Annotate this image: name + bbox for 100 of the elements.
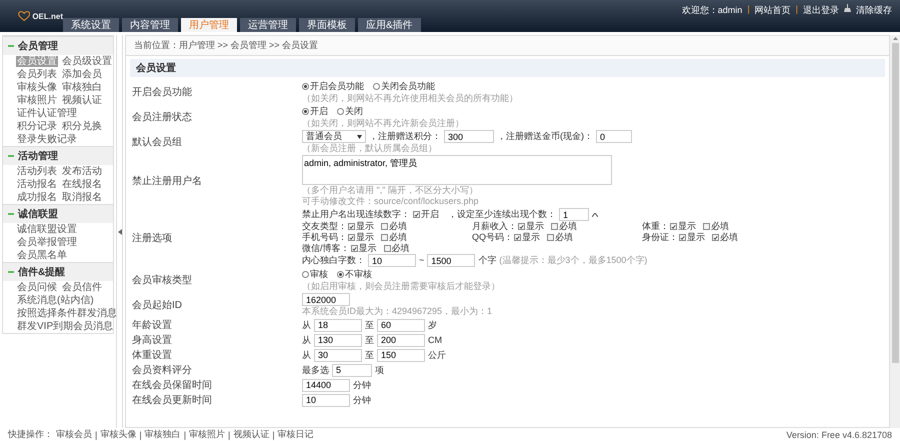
radio-option[interactable]: 开启会员功能 xyxy=(302,81,364,92)
input-field[interactable]: 60 xyxy=(377,318,425,332)
sidebar-link[interactable]: 会员列表 xyxy=(16,69,58,80)
input-field[interactable]: 30 xyxy=(314,348,362,362)
checkbox-icon[interactable] xyxy=(679,234,686,241)
sidebar-section-header[interactable]: 信件&提醒 xyxy=(3,262,113,281)
radio-icon[interactable] xyxy=(302,83,309,90)
sidebar-link[interactable]: 添加会员 xyxy=(61,69,103,80)
group-select[interactable]: 普通会员 xyxy=(302,130,366,143)
checkbox-icon[interactable] xyxy=(712,234,719,241)
nav-tab[interactable]: 应用&插件 xyxy=(358,18,421,32)
radio-option[interactable]: 审核 xyxy=(302,269,328,280)
radio-option[interactable]: 关闭会员功能 xyxy=(373,81,435,92)
checkbox-icon[interactable] xyxy=(703,223,710,230)
sidebar-link[interactable]: 会员信件 xyxy=(61,282,103,293)
radio-icon[interactable] xyxy=(302,108,309,115)
checkbox-icon[interactable] xyxy=(514,234,522,241)
input-field[interactable]: 14400 xyxy=(302,378,350,392)
sidebar-link[interactable]: 会员级设置 xyxy=(61,56,113,67)
checkbox-icon[interactable] xyxy=(350,245,358,252)
checkbox-icon[interactable] xyxy=(381,223,388,230)
input-field[interactable]: 200 xyxy=(377,334,425,346)
sidebar-section-header[interactable]: 会员管理 xyxy=(3,36,113,55)
sidebar-link[interactable]: 取消报名 xyxy=(61,192,103,203)
spinner-icon[interactable] xyxy=(592,212,598,216)
checkbox[interactable]: 显示 xyxy=(679,232,705,243)
checkbox-icon[interactable] xyxy=(547,234,554,241)
footer-link[interactable]: 视频认证 xyxy=(233,428,270,441)
sidebar-link[interactable]: 系统消息(站内信) xyxy=(16,295,95,306)
sidebar-link[interactable]: 活动报名 xyxy=(16,179,58,190)
checkbox[interactable]: 必填 xyxy=(381,221,407,232)
checkbox-icon[interactable] xyxy=(381,234,388,241)
text-area[interactable]: admin, administrator, 管理员 xyxy=(302,155,612,185)
nav-tab[interactable]: 界面模板 xyxy=(299,18,355,32)
input-field[interactable]: 130 xyxy=(314,334,362,346)
sidebar-link[interactable]: 审核照片 xyxy=(16,95,58,106)
input-field[interactable]: 0 xyxy=(596,130,632,143)
input-field[interactable]: 18 xyxy=(314,318,362,332)
footer-link[interactable]: 审核照片 xyxy=(189,428,226,441)
sidebar-link[interactable]: 积分记录 xyxy=(16,121,58,132)
input-field[interactable]: 10 xyxy=(302,394,350,406)
footer-link[interactable]: 审核会员 xyxy=(56,428,92,441)
sidebar-link[interactable]: 审核独白 xyxy=(61,82,103,93)
sidebar-link[interactable]: 证件认证管理 xyxy=(16,108,78,119)
footer-link[interactable]: 审核独白 xyxy=(144,428,181,441)
checkbox[interactable]: 显示 xyxy=(514,232,540,243)
checkbox[interactable]: 显示 xyxy=(350,243,377,254)
footer-link[interactable]: 审核头像 xyxy=(100,428,136,441)
sidebar-link[interactable]: 登录失败记录 xyxy=(16,134,78,145)
sidebar-link[interactable]: 会员黑名单 xyxy=(16,250,68,261)
sidebar-section-header[interactable]: 活动管理 xyxy=(3,146,113,165)
checkbox-icon[interactable] xyxy=(670,223,677,230)
checkbox[interactable]: 必填 xyxy=(384,243,410,254)
input-field[interactable]: 300 xyxy=(444,130,494,143)
sidebar-link[interactable]: 诚信联盟设置 xyxy=(16,224,78,235)
radio-icon[interactable] xyxy=(337,108,344,115)
input-field[interactable]: 5 xyxy=(332,364,372,376)
sidebar-link[interactable]: 发布活动 xyxy=(61,166,103,177)
checkbox-icon[interactable] xyxy=(384,245,391,252)
sidebar-link[interactable]: 成功报名 xyxy=(16,192,58,203)
input-field[interactable]: 1500 xyxy=(427,254,476,267)
checkbox[interactable]: 必填 xyxy=(551,221,577,232)
checkbox-icon[interactable] xyxy=(551,223,558,230)
checkbox[interactable]: 显示 xyxy=(348,232,374,243)
header-link[interactable]: 退出登录 xyxy=(803,4,839,17)
sidebar-link[interactable]: 积分兑换 xyxy=(61,121,103,132)
scroll-up-icon[interactable] xyxy=(892,37,898,40)
number-field[interactable]: 1 xyxy=(559,208,589,221)
nav-tab[interactable]: 运营管理 xyxy=(240,18,296,32)
sidebar-link[interactable]: 群发VIP到期会员消息 xyxy=(16,321,114,332)
radio-icon[interactable] xyxy=(373,83,380,90)
checkbox[interactable]: 显示 xyxy=(670,221,696,232)
radio-option[interactable]: 开启 xyxy=(302,106,328,117)
radio-icon[interactable] xyxy=(302,271,309,278)
scrollbar[interactable] xyxy=(890,35,900,428)
checkbox[interactable]: 必填 xyxy=(547,232,574,243)
sidebar-link[interactable]: 会员问候 xyxy=(16,282,58,293)
checkbox[interactable]: 必填 xyxy=(712,232,738,243)
radio-icon[interactable] xyxy=(337,271,344,278)
header-link[interactable]: 网站首页 xyxy=(754,4,791,17)
input-field[interactable]: 162000 xyxy=(302,293,350,306)
checkbox-icon[interactable] xyxy=(348,223,355,230)
collapse-handle-icon[interactable] xyxy=(118,228,122,234)
sidebar-section-header[interactable]: 诚信联盟 xyxy=(3,204,113,223)
sidebar-link[interactable]: 审核头像 xyxy=(16,82,58,93)
nav-tab[interactable]: 系统设置 xyxy=(63,18,119,32)
checkbox[interactable]: 开启 xyxy=(413,209,439,220)
sidebar-link[interactable]: 活动列表 xyxy=(16,166,58,177)
sidebar-link[interactable]: 视频认证 xyxy=(61,95,103,106)
input-field[interactable]: 150 xyxy=(377,348,425,362)
sidebar-link[interactable]: 在线报名 xyxy=(61,179,103,190)
checkbox[interactable]: 显示 xyxy=(518,221,544,232)
footer-link[interactable]: 审核日记 xyxy=(278,428,314,441)
checkbox[interactable]: 显示 xyxy=(348,221,374,232)
checkbox[interactable]: 必填 xyxy=(381,232,407,243)
checkbox-icon[interactable] xyxy=(348,234,355,241)
radio-option[interactable]: 不审核 xyxy=(337,269,372,280)
checkbox[interactable]: 必填 xyxy=(703,221,729,232)
header-link[interactable]: 清除缓存 xyxy=(856,4,892,17)
checkbox-icon[interactable] xyxy=(518,223,525,230)
